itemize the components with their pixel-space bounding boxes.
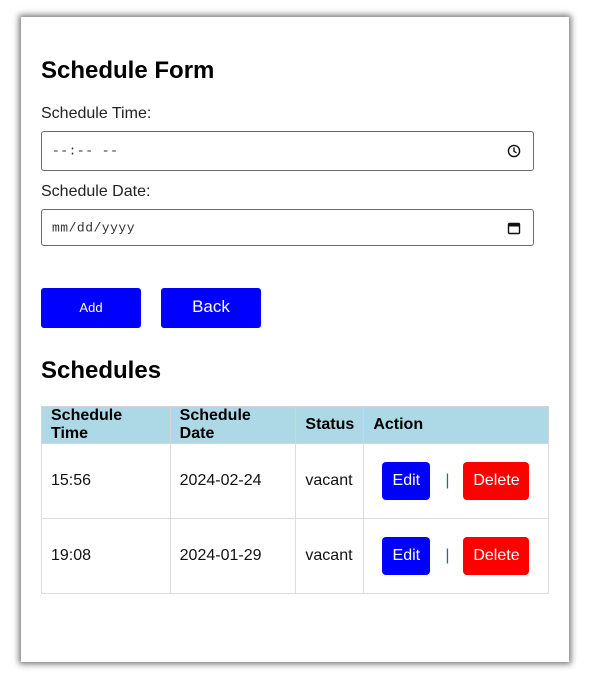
- cell-status: vacant: [295, 518, 365, 594]
- cell-action: Edit | Delete: [363, 443, 549, 519]
- schedules-table: Schedule Time Schedule Date Status Actio…: [41, 406, 549, 594]
- schedule-date-value: mm/dd/yyyy: [52, 220, 136, 235]
- edit-button[interactable]: Edit: [382, 462, 431, 500]
- table-header-row: Schedule Time Schedule Date Status Actio…: [41, 406, 549, 444]
- column-header-status: Status: [295, 406, 365, 444]
- table-row: 19:08 2024-01-29 vacant Edit | Delete: [41, 518, 549, 594]
- cell-action: Edit | Delete: [363, 518, 549, 594]
- column-header-action: Action: [363, 406, 549, 444]
- edit-button[interactable]: Edit: [382, 537, 431, 575]
- schedule-card: Schedule Form Schedule Time: --:-- -- Sc…: [21, 17, 569, 662]
- calendar-icon[interactable]: [507, 221, 521, 235]
- cell-status: vacant: [295, 443, 365, 519]
- schedule-time-label: Schedule Time:: [41, 105, 152, 122]
- table-row: 15:56 2024-02-24 vacant Edit | Delete: [41, 443, 549, 519]
- clock-icon[interactable]: [507, 144, 521, 158]
- cell-schedule-date: 2024-02-24: [169, 443, 297, 519]
- column-header-schedule-date: Schedule Date: [169, 406, 297, 444]
- cell-schedule-date: 2024-01-29: [169, 518, 297, 594]
- delete-button[interactable]: Delete: [463, 537, 530, 575]
- back-button[interactable]: Back: [161, 288, 261, 328]
- schedule-time-value: --:-- --: [52, 143, 119, 159]
- action-separator: |: [445, 472, 450, 489]
- schedule-time-input[interactable]: --:-- --: [41, 131, 534, 171]
- column-header-schedule-time: Schedule Time: [41, 406, 171, 444]
- cell-schedule-time: 19:08: [41, 518, 171, 594]
- cell-schedule-time: 15:56: [41, 443, 171, 519]
- schedule-date-input[interactable]: mm/dd/yyyy: [41, 209, 534, 246]
- form-title: Schedule Form: [41, 57, 215, 84]
- action-separator: |: [445, 547, 450, 564]
- add-button[interactable]: Add: [41, 288, 141, 328]
- schedules-title: Schedules: [41, 357, 162, 384]
- delete-button[interactable]: Delete: [463, 462, 530, 500]
- schedule-date-label: Schedule Date:: [41, 183, 151, 200]
